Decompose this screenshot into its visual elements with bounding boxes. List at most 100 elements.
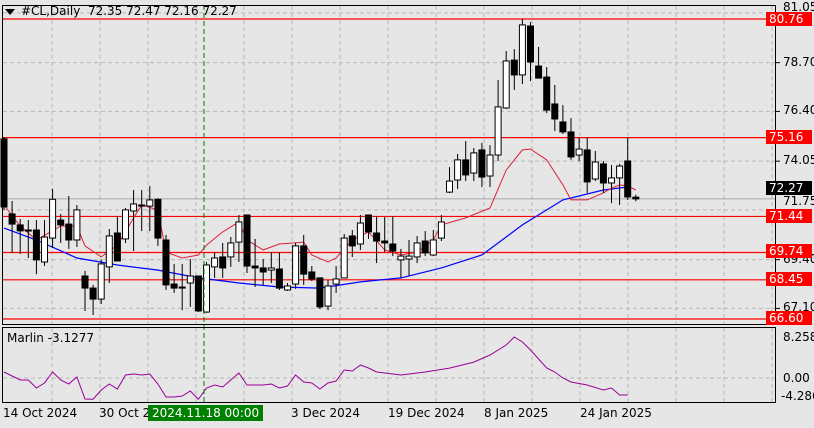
level-label: 69.74	[766, 244, 812, 258]
candle	[32, 220, 40, 275]
candle-body	[300, 245, 308, 275]
candle-body	[591, 161, 599, 180]
candle	[308, 266, 316, 282]
crosshair-date-label: 2024.11.18 00:00	[148, 405, 264, 421]
candle	[57, 213, 65, 243]
candle-body	[57, 219, 65, 226]
candle	[575, 137, 583, 161]
candle	[413, 235, 421, 264]
candle-body	[316, 277, 324, 308]
candle	[446, 167, 453, 193]
candle-body	[332, 278, 340, 285]
candle-body	[348, 235, 356, 247]
candle-body	[381, 240, 389, 244]
candle-body	[324, 285, 332, 307]
oscillator-tick: 0.00	[783, 371, 810, 385]
candle-body	[405, 255, 413, 260]
candle	[122, 207, 129, 243]
candle	[194, 275, 202, 313]
candle-body	[162, 239, 170, 286]
candle-body	[535, 65, 543, 79]
candle-body	[65, 223, 73, 241]
candle-body	[251, 265, 259, 269]
candle	[559, 105, 567, 135]
candle	[170, 263, 178, 293]
candle	[632, 194, 640, 202]
candle	[373, 216, 381, 264]
oscillator-panel	[3, 336, 628, 400]
candle-body	[97, 263, 105, 300]
candle-body	[113, 232, 121, 262]
candle	[365, 214, 372, 239]
dropdown-triangle-icon[interactable]	[5, 8, 15, 15]
candle-body	[494, 106, 502, 156]
candle-body	[122, 209, 129, 240]
candle-body	[178, 286, 186, 289]
candle	[0, 137, 8, 210]
candle	[211, 252, 219, 278]
grid	[3, 6, 780, 402]
candle	[624, 137, 632, 200]
candle	[243, 214, 251, 274]
candle-body	[365, 214, 372, 233]
candle-body	[130, 203, 138, 212]
price-tick: 78.70	[783, 55, 814, 69]
date-label: 24 Jan 2025	[580, 406, 652, 420]
candle-body	[608, 177, 615, 184]
candle-body	[0, 138, 8, 208]
candle	[356, 214, 364, 250]
candle-body	[32, 229, 40, 261]
candle	[583, 137, 591, 193]
candle-body	[340, 237, 348, 279]
candle-body	[421, 240, 429, 254]
level-label: 71.44	[766, 209, 812, 223]
fast-ma-line	[3, 148, 637, 263]
candle	[397, 248, 405, 278]
candle-body	[235, 221, 243, 243]
oscillator-title: Marlin -3.1277	[7, 331, 95, 345]
horizontal-levels[interactable]	[3, 18, 775, 320]
candle-body	[527, 25, 534, 63]
price-tick: 76.40	[783, 103, 814, 117]
candle-body	[73, 209, 81, 241]
candle-body	[49, 198, 57, 239]
candle-body	[356, 222, 364, 245]
candle	[470, 148, 478, 182]
candle-body	[373, 232, 381, 242]
candle-body	[41, 236, 48, 263]
date-label: 8 Jan 2025	[484, 406, 549, 420]
candle-body	[543, 76, 551, 111]
candle	[332, 266, 340, 293]
main-panel-border	[2, 5, 776, 325]
candle	[599, 160, 607, 193]
candle-body	[502, 60, 510, 109]
candle	[138, 189, 146, 232]
candle	[486, 145, 494, 188]
price-chart[interactable]	[0, 0, 814, 428]
candle	[454, 153, 462, 189]
level-label: 80.76	[766, 12, 812, 26]
candle-body	[575, 148, 583, 156]
candle-body	[486, 154, 494, 177]
candle-body	[211, 257, 219, 268]
candle	[284, 282, 291, 292]
candle-body	[389, 243, 397, 252]
candle	[41, 220, 48, 267]
candle-body	[170, 283, 178, 289]
current-price-label: 72.27	[766, 181, 812, 195]
candle	[8, 200, 16, 253]
candle-body	[437, 221, 445, 239]
candle	[267, 252, 275, 283]
candle	[73, 205, 81, 247]
candle	[567, 117, 575, 160]
symbol-label: #CL,Daily	[21, 4, 81, 18]
candle	[105, 228, 113, 283]
candle	[518, 19, 526, 85]
candle-body	[292, 245, 300, 285]
candle	[113, 216, 121, 262]
candle	[154, 198, 162, 246]
oscillator-panel-border	[2, 327, 776, 403]
candle-body	[462, 159, 470, 176]
candle-body	[510, 59, 518, 76]
candle-body	[616, 165, 624, 179]
